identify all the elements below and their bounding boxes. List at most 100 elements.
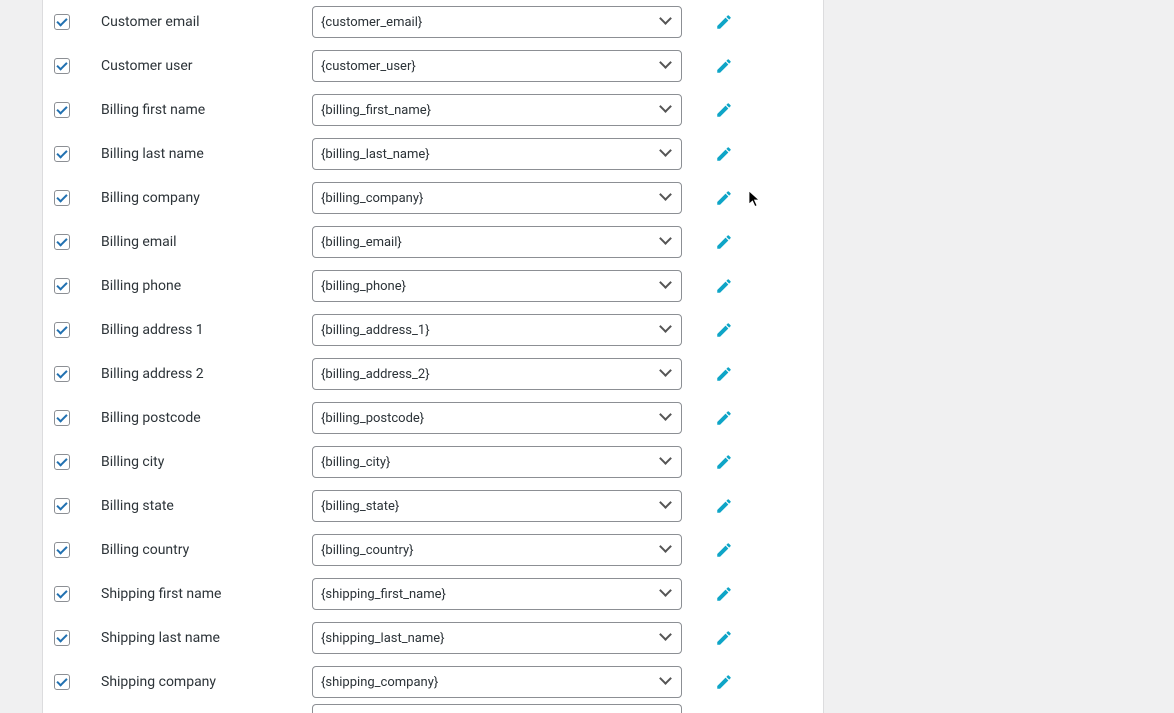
field-row: Billing company{billing_company} (43, 176, 823, 220)
checkbox-cell (43, 102, 83, 118)
field-value-select[interactable]: {billing_postcode} (312, 402, 682, 434)
edit-cell (682, 453, 742, 471)
field-enable-checkbox[interactable] (54, 234, 70, 250)
field-mapping-panel: Customer email {customer_email} Customer u… (42, 0, 824, 713)
select-value-text: {billing_city} (321, 455, 390, 470)
field-value-select[interactable]: {billing_state} (312, 490, 682, 522)
field-label: Billing postcode (83, 410, 312, 426)
field-enable-checkbox[interactable] (54, 498, 70, 514)
edit-cell (682, 13, 742, 31)
field-row: Billing address 2{billing_address_2} (43, 352, 823, 396)
edit-cell (682, 409, 742, 427)
select-cell: {shipping_company} (312, 666, 682, 698)
chevron-down-icon (659, 673, 673, 691)
field-label: Customer user (83, 58, 312, 74)
field-enable-checkbox[interactable] (54, 630, 70, 646)
field-value-select[interactable]: {billing_country} (312, 534, 682, 566)
field-row: Billing state{billing_state} (43, 484, 823, 528)
edit-cell (682, 629, 742, 647)
field-value-select[interactable]: {shipping_company} (312, 666, 682, 698)
select-value-text: {billing_address_1} (321, 323, 430, 338)
chevron-down-icon (659, 365, 673, 383)
pencil-icon[interactable] (715, 189, 733, 207)
field-row: Billing city{billing_city} (43, 440, 823, 484)
checkbox-cell (43, 146, 83, 162)
chevron-down-icon (659, 145, 673, 163)
pencil-icon[interactable] (715, 453, 733, 471)
field-label: Billing address 1 (83, 322, 312, 338)
checkbox-cell (43, 542, 83, 558)
pencil-icon[interactable] (715, 233, 733, 251)
field-enable-checkbox[interactable] (54, 410, 70, 426)
checkbox-cell (43, 14, 83, 30)
field-value-select[interactable]: {shipping_last_name} (312, 622, 682, 654)
pencil-icon[interactable] (715, 497, 733, 515)
select-cell: {billing_first_name} (312, 94, 682, 126)
field-value-select[interactable]: {customer_user} (312, 50, 682, 82)
field-enable-checkbox[interactable] (54, 146, 70, 162)
select-value-text: {customer_email} (321, 15, 422, 30)
field-row: Billing postcode{billing_postcode} (43, 396, 823, 440)
field-label: Customer email (83, 14, 312, 30)
field-value-select[interactable]: {shipping_first_name} (312, 578, 682, 610)
field-value-select[interactable]: {billing_company} (312, 182, 682, 214)
pencil-icon[interactable] (715, 321, 733, 339)
field-row-partial (43, 704, 823, 713)
checkbox-cell (43, 498, 83, 514)
pencil-icon[interactable] (715, 673, 733, 691)
select-cell: {billing_email} (312, 226, 682, 258)
select-cell: {billing_postcode} (312, 402, 682, 434)
edit-cell (682, 541, 742, 559)
pencil-icon[interactable] (715, 13, 733, 31)
select-cell: {billing_address_2} (312, 358, 682, 390)
page-wrapper: Customer email {customer_email} Customer u… (0, 0, 1174, 713)
field-value-select[interactable]: {customer_email} (312, 6, 682, 38)
pencil-icon[interactable] (715, 277, 733, 295)
field-value-select[interactable] (312, 704, 682, 713)
field-enable-checkbox[interactable] (54, 278, 70, 294)
field-enable-checkbox[interactable] (54, 674, 70, 690)
checkbox-cell (43, 366, 83, 382)
select-value-text: {billing_country} (321, 543, 414, 558)
field-value-select[interactable]: {billing_phone} (312, 270, 682, 302)
field-value-select[interactable]: {billing_address_1} (312, 314, 682, 346)
pencil-icon[interactable] (715, 365, 733, 383)
field-label: Shipping company (83, 674, 312, 690)
field-enable-checkbox[interactable] (54, 586, 70, 602)
field-value-select[interactable]: {billing_city} (312, 446, 682, 478)
field-enable-checkbox[interactable] (54, 366, 70, 382)
field-enable-checkbox[interactable] (54, 542, 70, 558)
field-value-select[interactable]: {billing_last_name} (312, 138, 682, 170)
field-label: Shipping first name (83, 586, 312, 602)
field-value-select[interactable]: {billing_email} (312, 226, 682, 258)
chevron-down-icon (659, 585, 673, 603)
pencil-icon[interactable] (715, 409, 733, 427)
edit-cell (682, 233, 742, 251)
pencil-icon[interactable] (715, 629, 733, 647)
select-cell: {billing_address_1} (312, 314, 682, 346)
field-enable-checkbox[interactable] (54, 58, 70, 74)
select-value-text: {billing_address_2} (321, 367, 430, 382)
field-enable-checkbox[interactable] (54, 322, 70, 338)
chevron-down-icon (659, 189, 673, 207)
pencil-icon[interactable] (715, 145, 733, 163)
pencil-icon[interactable] (715, 585, 733, 603)
pencil-icon[interactable] (715, 57, 733, 75)
select-cell: {billing_last_name} (312, 138, 682, 170)
select-value-text: {shipping_first_name} (321, 587, 446, 602)
field-value-select[interactable]: {billing_address_2} (312, 358, 682, 390)
edit-cell (682, 101, 742, 119)
field-enable-checkbox[interactable] (54, 454, 70, 470)
field-row: Shipping last name{shipping_last_name} (43, 616, 823, 660)
pencil-icon[interactable] (715, 541, 733, 559)
field-enable-checkbox[interactable] (54, 190, 70, 206)
field-row: Billing last name{billing_last_name} (43, 132, 823, 176)
checkbox-cell (43, 410, 83, 426)
chevron-down-icon (659, 409, 673, 427)
field-value-select[interactable]: {billing_first_name} (312, 94, 682, 126)
select-cell: {shipping_first_name} (312, 578, 682, 610)
field-enable-checkbox[interactable] (54, 102, 70, 118)
field-row: Customer user{customer_user} (43, 44, 823, 88)
pencil-icon[interactable] (715, 101, 733, 119)
field-enable-checkbox[interactable] (54, 14, 70, 30)
